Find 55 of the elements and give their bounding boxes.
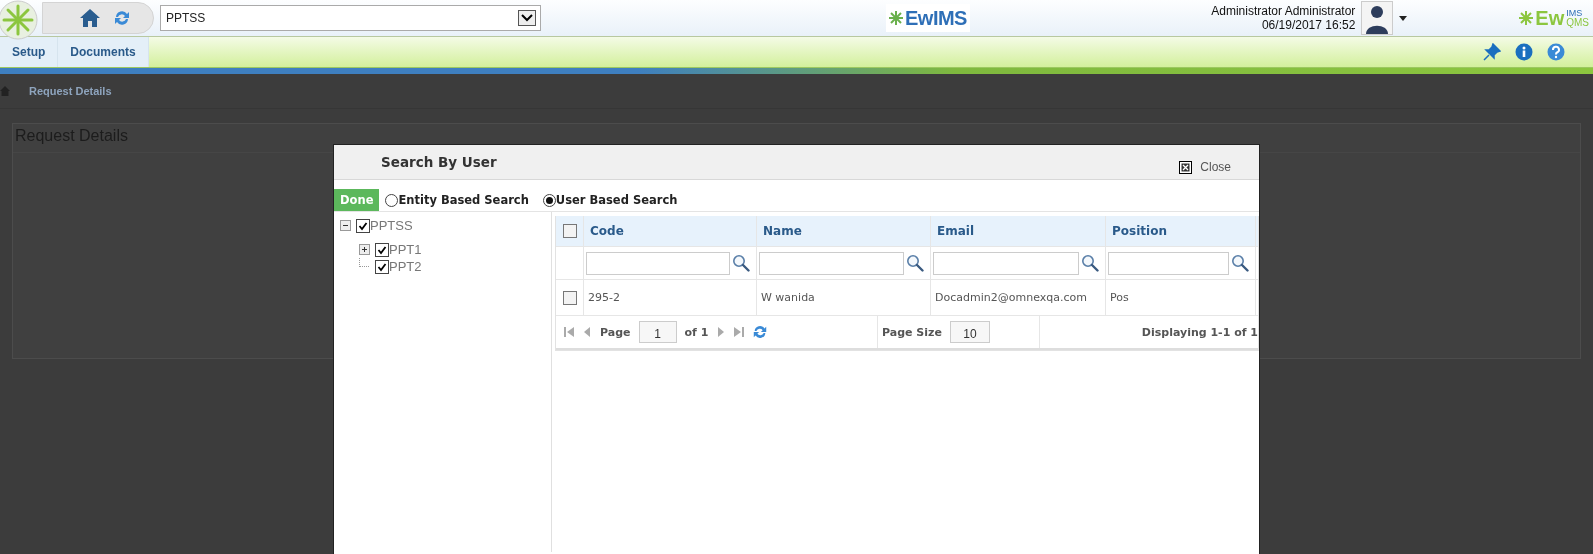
filter-field[interactable]	[759, 251, 904, 275]
tree-checkbox[interactable]	[375, 242, 389, 257]
search-icon[interactable]	[1081, 254, 1099, 272]
search-mode-radio[interactable]: Entity Based Search	[385, 193, 529, 207]
tree-checkbox[interactable]	[356, 218, 370, 233]
search-icon[interactable]	[1231, 254, 1249, 272]
user-avatar-icon[interactable]	[1361, 1, 1394, 35]
close-icon	[1179, 160, 1193, 174]
table-cell-text: 295-2	[587, 291, 620, 304]
flower-icon	[889, 11, 903, 25]
filter-field[interactable]	[933, 251, 1079, 275]
row-checkbox[interactable]	[562, 290, 577, 305]
home-icon[interactable]	[79, 7, 101, 29]
column-header[interactable]: Code	[584, 224, 624, 238]
collapse-icon[interactable]	[340, 220, 351, 231]
column-header[interactable]: Name	[757, 224, 802, 238]
page-size-label: Page Size	[882, 325, 942, 339]
table-cell-text: W wanida	[760, 291, 815, 304]
menu-tab[interactable]: Documents	[58, 37, 149, 67]
page-number-field[interactable]: 1	[638, 321, 677, 343]
center-logo: EwIMS	[886, 4, 970, 32]
page-label: Page	[600, 325, 631, 339]
page-size-field[interactable]: 10	[949, 321, 990, 343]
close-button[interactable]: Close	[1173, 159, 1237, 175]
user-name: Administrator Administrator	[1211, 4, 1356, 18]
snowflake-logo-icon	[0, 0, 38, 40]
refresh-icon[interactable]	[113, 9, 131, 27]
info-icon[interactable]	[1515, 43, 1533, 61]
search-icon[interactable]	[906, 254, 924, 272]
column-header[interactable]: Email	[931, 224, 975, 238]
tree-item[interactable]: PPT2	[389, 259, 422, 274]
expand-icon[interactable]	[359, 244, 370, 255]
tree-checkbox[interactable]	[375, 259, 389, 274]
project-select[interactable]: PPTSS	[160, 5, 541, 31]
display-count: Displaying 1-1 of 1	[1141, 325, 1258, 339]
tree-item[interactable]: PPTSS	[370, 218, 413, 233]
search-mode-radio[interactable]: User Based Search	[542, 193, 678, 207]
flower-icon	[1519, 11, 1534, 25]
refresh-icon[interactable]	[752, 324, 769, 340]
filter-field[interactable]	[1108, 251, 1229, 275]
breadcrumb-item[interactable]: Request Details	[29, 85, 112, 97]
pin-icon[interactable]	[1483, 43, 1501, 61]
filter-field[interactable]	[586, 251, 730, 275]
help-icon[interactable]	[1547, 43, 1565, 61]
page-count: of 1	[684, 325, 709, 339]
column-header[interactable]: Position	[1106, 224, 1167, 238]
search-icon[interactable]	[732, 254, 750, 272]
table-cell-text: Docadmin2@omnexqa.com	[934, 291, 1087, 304]
caret-icon[interactable]	[1399, 15, 1408, 21]
dialog-title: Search By User	[381, 154, 497, 170]
date-time: 06/19/2017 16:52	[1261, 18, 1356, 32]
table-cell-text: Pos	[1109, 291, 1129, 304]
tree-item[interactable]: PPT1	[389, 242, 422, 257]
select-all-checkbox[interactable]	[562, 224, 577, 238]
menu-tab[interactable]: Setup	[0, 37, 59, 67]
